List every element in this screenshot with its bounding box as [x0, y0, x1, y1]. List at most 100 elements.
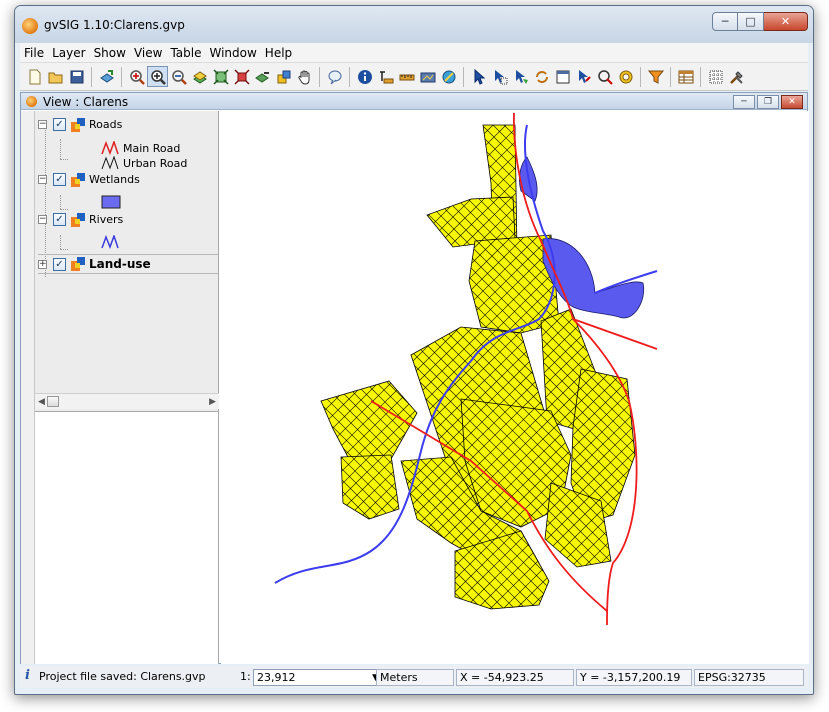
- parcel-line: [321, 125, 456, 609]
- locator-map-panel[interactable]: [35, 411, 219, 664]
- zoom-all-icon[interactable]: [189, 66, 210, 87]
- parcel-line: [321, 125, 352, 609]
- save-project-icon[interactable]: [66, 66, 87, 87]
- select-layer-icon[interactable]: [573, 66, 594, 87]
- menu-view[interactable]: View: [130, 46, 166, 60]
- tree-line: [60, 249, 68, 250]
- y-coordinate: Y = -3,157,200.19: [576, 669, 692, 686]
- zoom-extent-icon[interactable]: [231, 66, 252, 87]
- parcel-line: [773, 111, 809, 664]
- parcel-line: [616, 125, 635, 609]
- invert-selection-icon[interactable]: [531, 66, 552, 87]
- select-buffer-icon[interactable]: [615, 66, 636, 87]
- scale-combobox[interactable]: 23,912 ▼: [253, 669, 383, 686]
- minimize-button[interactable]: ─: [712, 12, 738, 31]
- scroll-thumb[interactable]: [47, 396, 59, 407]
- filter-icon[interactable]: [645, 66, 666, 87]
- layer-visibility-checkbox[interactable]: ✓: [53, 173, 66, 186]
- layer-rivers[interactable]: − ✓ Rivers: [38, 211, 123, 228]
- zoom-select-layer-icon[interactable]: [273, 66, 294, 87]
- map-canvas[interactable]: [221, 111, 809, 664]
- select-circle-icon[interactable]: [594, 66, 615, 87]
- layer-name: Land-use: [89, 257, 151, 271]
- collapse-toggle[interactable]: −: [38, 175, 47, 184]
- legend-label: Urban Road: [123, 156, 188, 170]
- view-restore-button[interactable]: ❐: [757, 95, 779, 109]
- layer-visibility-checkbox[interactable]: ✓: [53, 257, 66, 271]
- select-polygon-icon[interactable]: [510, 66, 531, 87]
- parcel-line: [754, 111, 809, 664]
- zoom-previous-icon[interactable]: [252, 66, 273, 87]
- view-title-bar[interactable]: View : Clarens ─ ❐ ✕: [21, 93, 807, 110]
- menu-table[interactable]: Table: [166, 46, 205, 60]
- parcel-line: [682, 111, 809, 664]
- parcel-line: [321, 125, 428, 609]
- zoom-in-icon[interactable]: [126, 66, 147, 87]
- layer-visibility-checkbox[interactable]: ✓: [53, 213, 66, 226]
- status-message: Project file saved: Clarens.gvp: [39, 670, 206, 683]
- table-of-contents: − ✓ Roads Main Road Urban Road − ✓ Wetla…: [35, 111, 219, 411]
- gvsig-logo-icon: [22, 18, 38, 34]
- information-icon[interactable]: [354, 66, 375, 87]
- parcel-line: [321, 125, 362, 609]
- view-close-button[interactable]: ✕: [781, 95, 803, 109]
- parcel-line: [221, 111, 229, 664]
- menu-show[interactable]: Show: [90, 46, 130, 60]
- open-project-icon[interactable]: [45, 66, 66, 87]
- new-project-icon[interactable]: [24, 66, 45, 87]
- view-minimize-button[interactable]: ─: [733, 95, 755, 109]
- toolbar-separator: [463, 66, 464, 87]
- zoom-select-icon[interactable]: [147, 66, 168, 87]
- parcel-line: [221, 111, 286, 664]
- toc-horizontal-scrollbar[interactable]: ◀ ▶: [35, 393, 219, 409]
- menu-file[interactable]: File: [20, 46, 48, 60]
- select-rectangle-icon[interactable]: [489, 66, 510, 87]
- menu-window[interactable]: Window: [205, 46, 260, 60]
- units-field: Meters: [376, 669, 454, 686]
- parcel-line: [221, 111, 273, 664]
- info-bubble-icon[interactable]: [324, 66, 345, 87]
- maximize-button[interactable]: □: [738, 12, 764, 31]
- layer-wetlands[interactable]: − ✓ Wetlands: [38, 171, 140, 188]
- zoom-out-icon[interactable]: [168, 66, 189, 87]
- hyperlink-icon[interactable]: [438, 66, 459, 87]
- parcel-line: [221, 111, 247, 664]
- locator-icon[interactable]: [417, 66, 438, 87]
- zoom-layer-icon[interactable]: [210, 66, 231, 87]
- map-drawing[interactable]: [221, 111, 809, 664]
- layer-land-use[interactable]: + ✓ Land-use: [38, 254, 218, 274]
- measure-area-icon[interactable]: [396, 66, 417, 87]
- scroll-left-arrow-icon[interactable]: ◀: [38, 397, 45, 407]
- collapse-toggle[interactable]: −: [38, 215, 47, 224]
- table-icon[interactable]: [675, 66, 696, 87]
- legend-item: Main Road: [101, 141, 180, 155]
- parcel-line: [699, 111, 809, 664]
- menu-layer[interactable]: Layer: [48, 46, 89, 60]
- legend-item: Urban Road: [101, 156, 187, 170]
- parcel-line: [321, 125, 351, 609]
- layer-roads[interactable]: − ✓ Roads: [38, 116, 122, 133]
- tools-icon[interactable]: [726, 66, 747, 87]
- parcel-line: [644, 111, 809, 664]
- epsg-code: EPSG:32735: [694, 669, 804, 686]
- view-title: View : Clarens: [43, 95, 129, 109]
- graticule-icon[interactable]: [705, 66, 726, 87]
- parcel-line: [221, 111, 306, 664]
- select-icon[interactable]: [468, 66, 489, 87]
- pan-icon[interactable]: [294, 66, 315, 87]
- title-bar[interactable]: gvSIG 1.10:Clarens.gvp ─ □ ✕: [15, 6, 813, 43]
- close-button[interactable]: ✕: [764, 12, 808, 31]
- parcel-line: [710, 111, 809, 664]
- measure-distance-icon[interactable]: [375, 66, 396, 87]
- clear-selection-icon[interactable]: [552, 66, 573, 87]
- expand-toggle[interactable]: +: [38, 259, 47, 269]
- parcel-line: [732, 111, 809, 664]
- layer-visibility-checkbox[interactable]: ✓: [53, 118, 66, 131]
- scroll-right-arrow-icon[interactable]: ▶: [209, 397, 216, 407]
- red-line-symbol-icon: [101, 141, 119, 155]
- collapse-toggle[interactable]: −: [38, 120, 47, 129]
- parcel-line: [610, 125, 635, 609]
- menu-help[interactable]: Help: [261, 46, 296, 60]
- parcel-line: [677, 111, 809, 664]
- add-layer-icon[interactable]: [96, 66, 117, 87]
